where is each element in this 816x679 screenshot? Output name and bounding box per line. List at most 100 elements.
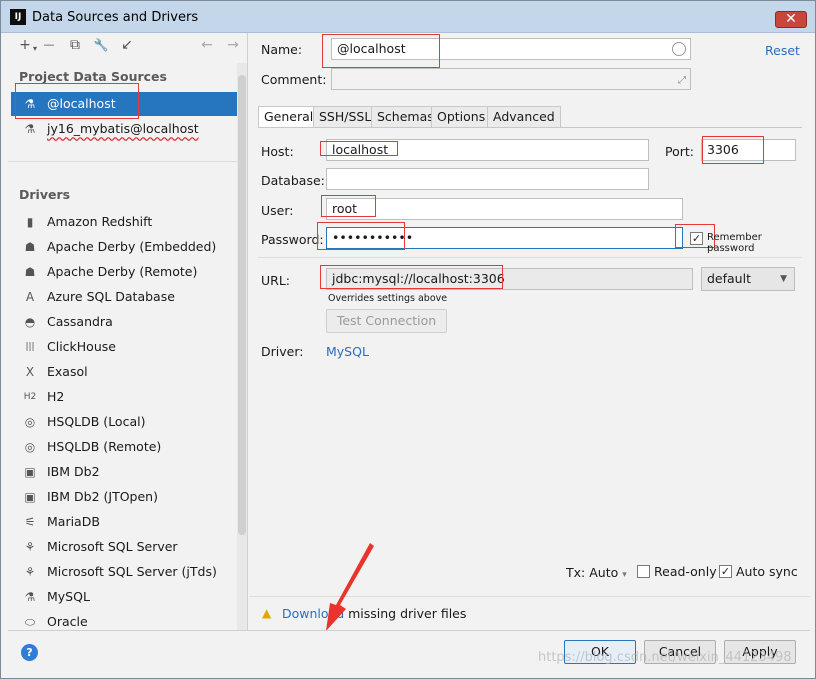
watermark: https://blog.csdn.net/weixin_44123498 — [538, 650, 792, 665]
driver-item[interactable]: ◓ Cassandra — [11, 310, 237, 334]
tab-options[interactable]: Options — [431, 106, 492, 128]
host-input[interactable]: localhost — [326, 139, 649, 161]
driver-label: Apache Derby (Remote) — [47, 264, 198, 279]
reset-link[interactable]: Reset — [765, 43, 800, 58]
azure-icon: A — [25, 290, 35, 304]
help-icon[interactable]: ? — [21, 644, 38, 661]
driver-item[interactable]: ☗ Apache Derby (Remote) — [11, 260, 237, 284]
datasource-label: @localhost — [47, 96, 116, 111]
comment-label: Comment: — [261, 72, 327, 87]
driver-label: Microsoft SQL Server — [47, 539, 178, 554]
derby-icon: ☗ — [24, 265, 36, 279]
hsqldb-icon: ◎ — [24, 415, 36, 429]
left-scrollbar[interactable] — [237, 63, 247, 630]
back-arrow-icon[interactable]: ← — [198, 36, 216, 54]
driver-item[interactable]: ◎ HSQLDB (Remote) — [11, 435, 237, 459]
overrides-note: Overrides settings above — [328, 293, 448, 304]
project-data-sources-heading: Project Data Sources — [19, 69, 167, 84]
remember-password-label: Remember password — [707, 232, 762, 254]
driver-label: Azure SQL Database — [47, 289, 175, 304]
driver-item[interactable]: ▣ IBM Db2 (JTOpen) — [11, 485, 237, 509]
comment-input[interactable]: ⤢ — [331, 68, 691, 90]
expand-icon[interactable]: ⤢ — [678, 71, 686, 89]
driver-label: MariaDB — [47, 514, 100, 529]
copy-icon[interactable]: ⧉ — [66, 36, 84, 54]
password-input[interactable]: ••••••••••• — [326, 227, 683, 249]
chevron-down-icon: ▼ — [780, 274, 787, 284]
driver-label: Oracle — [47, 614, 88, 629]
mysql-icon: ⚗ — [24, 122, 36, 136]
scroll-thumb[interactable] — [238, 75, 246, 535]
port-value: 3306 — [707, 142, 739, 157]
name-status-icon — [672, 42, 686, 56]
driver-item[interactable]: ||| ClickHouse — [11, 335, 237, 359]
datasource-label: jy16_mybatis@localhost — [47, 121, 199, 136]
driver-label: IBM Db2 (JTOpen) — [47, 489, 158, 504]
close-button[interactable]: ✕ — [775, 11, 807, 28]
database-label: Database: — [261, 173, 325, 188]
remove-icon[interactable]: — — [40, 36, 58, 54]
readonly-label: Read-only — [654, 564, 717, 579]
mssql-icon: ⚘ — [24, 540, 36, 554]
host-label: Host: — [261, 144, 294, 159]
db2-icon: ▣ — [24, 465, 36, 479]
forward-arrow-icon[interactable]: → — [224, 36, 242, 54]
tx-mode-label: Tx: Auto — [566, 565, 619, 580]
tab-schemas[interactable]: Schemas — [371, 106, 440, 128]
driver-item[interactable]: ☗ Apache Derby (Embedded) — [11, 235, 237, 259]
derby-icon: ☗ — [24, 240, 36, 254]
driver-item[interactable]: ▣ IBM Db2 — [11, 460, 237, 484]
settings-wrench-icon[interactable]: 🔧 — [92, 36, 110, 54]
port-input[interactable]: 3306 — [701, 139, 796, 161]
tab-advanced[interactable]: Advanced — [487, 106, 561, 128]
password-label: Password: — [261, 232, 324, 247]
driver-item[interactable]: X Exasol — [11, 360, 237, 384]
autosync-checkbox[interactable]: ✓ — [719, 565, 732, 578]
password-value: ••••••••••• — [332, 230, 414, 245]
cassandra-icon: ◓ — [24, 315, 36, 329]
import-icon[interactable]: ↙ — [118, 36, 136, 54]
dialog-window: IJ Data Sources and Drivers ✕ + ▾ — ⧉ 🔧 … — [0, 0, 816, 679]
driver-item[interactable]: ▮ Amazon Redshift — [11, 210, 237, 234]
tx-mode-dropdown[interactable]: Tx: Auto ▾ — [566, 565, 627, 580]
mssql-icon: ⚘ — [24, 565, 36, 579]
database-input[interactable] — [326, 168, 649, 190]
name-input[interactable]: @localhost — [331, 38, 691, 60]
driver-item[interactable]: ⚘ Microsoft SQL Server (jTds) — [11, 560, 237, 584]
driver-item[interactable]: A Azure SQL Database — [11, 285, 237, 309]
datasource-item-localhost[interactable]: ⚗ @localhost — [11, 92, 237, 116]
readonly-checkbox[interactable] — [637, 565, 650, 578]
button-bar: ? OK Cancel Apply https://blog.csdn.net/… — [8, 630, 810, 673]
url-label: URL: — [261, 273, 291, 288]
driver-item[interactable]: ◎ HSQLDB (Local) — [11, 410, 237, 434]
url-mode-dropdown[interactable]: default ▼ — [701, 267, 795, 291]
driver-item[interactable]: H2 H2 — [11, 385, 237, 409]
driver-label: ClickHouse — [47, 339, 116, 354]
red-arrow-annotation — [326, 543, 374, 631]
user-label: User: — [261, 203, 294, 218]
remember-password-checkbox[interactable]: ✓ — [690, 232, 703, 245]
driver-item[interactable]: ⚘ Microsoft SQL Server — [11, 535, 237, 559]
test-connection-button[interactable]: Test Connection — [326, 309, 447, 333]
name-label: Name: — [261, 42, 303, 57]
driver-label: HSQLDB (Local) — [47, 414, 146, 429]
driver-link[interactable]: MySQL — [326, 344, 369, 359]
driver-label: MySQL — [47, 589, 90, 604]
mysql-icon: ⚗ — [24, 590, 36, 604]
exasol-icon: X — [25, 365, 35, 379]
driver-item[interactable]: ⚗ MySQL — [11, 585, 237, 609]
url-mode-value: default — [707, 271, 751, 286]
url-input[interactable]: jdbc:mysql://localhost:3306 — [326, 268, 693, 290]
chevron-down-icon: ▾ — [622, 570, 627, 580]
clickhouse-icon: ||| — [25, 342, 35, 352]
tab-general[interactable]: General — [258, 106, 320, 128]
tab-ssh-ssl[interactable]: SSH/SSL — [313, 106, 378, 128]
driver-label: H2 — [47, 389, 65, 404]
window-title: Data Sources and Drivers — [32, 10, 199, 25]
user-input[interactable]: root — [326, 198, 683, 220]
warning-icon: ▲ — [262, 606, 272, 620]
url-value: jdbc:mysql://localhost:3306 — [332, 271, 505, 286]
driver-item[interactable]: ⚟ MariaDB — [11, 510, 237, 534]
hsqldb-icon: ◎ — [24, 440, 36, 454]
datasource-item-jy16[interactable]: ⚗ jy16_mybatis@localhost — [11, 117, 237, 141]
